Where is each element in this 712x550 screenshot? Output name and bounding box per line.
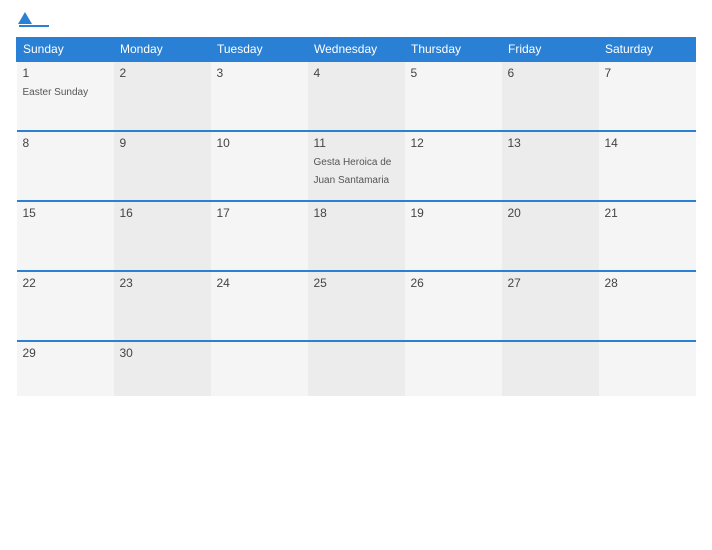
logo-triangle-icon bbox=[18, 12, 32, 24]
day-cell: 15 bbox=[17, 201, 114, 271]
day-cell: 20 bbox=[502, 201, 599, 271]
day-number: 10 bbox=[217, 136, 302, 150]
day-number: 5 bbox=[411, 66, 496, 80]
day-cell bbox=[308, 341, 405, 396]
day-number: 17 bbox=[217, 206, 302, 220]
day-number: 22 bbox=[23, 276, 108, 290]
day-cell: 11 Gesta Heroica de Juan Santamaria bbox=[308, 131, 405, 201]
day-cell: 18 bbox=[308, 201, 405, 271]
day-header-sunday: Sunday bbox=[17, 38, 114, 62]
day-cell: 10 bbox=[211, 131, 308, 201]
days-header-row: SundayMondayTuesdayWednesdayThursdayFrid… bbox=[17, 38, 696, 62]
day-number: 8 bbox=[23, 136, 108, 150]
day-number: 11 bbox=[314, 136, 399, 150]
day-cell: 4 bbox=[308, 61, 405, 131]
day-number: 18 bbox=[314, 206, 399, 220]
day-number: 1 bbox=[23, 66, 108, 80]
day-cell: 2 bbox=[114, 61, 211, 131]
week-row-1: 1 Easter Sunday 234567 bbox=[17, 61, 696, 131]
day-cell: 30 bbox=[114, 341, 211, 396]
logo-underline bbox=[19, 25, 49, 27]
day-cell: 1 Easter Sunday bbox=[17, 61, 114, 131]
day-cell: 29 bbox=[17, 341, 114, 396]
day-number: 29 bbox=[23, 346, 108, 360]
day-number: 12 bbox=[411, 136, 496, 150]
day-cell: 3 bbox=[211, 61, 308, 131]
day-number: 23 bbox=[120, 276, 205, 290]
day-number: 16 bbox=[120, 206, 205, 220]
day-number: 2 bbox=[120, 66, 205, 80]
day-cell: 8 bbox=[17, 131, 114, 201]
day-cell bbox=[599, 341, 696, 396]
week-row-5: 29 30 bbox=[17, 341, 696, 396]
day-cell: 17 bbox=[211, 201, 308, 271]
day-number: 19 bbox=[411, 206, 496, 220]
day-cell: 23 bbox=[114, 271, 211, 341]
day-cell: 21 bbox=[599, 201, 696, 271]
day-cell: 6 bbox=[502, 61, 599, 131]
day-cell: 12 bbox=[405, 131, 502, 201]
day-number: 9 bbox=[120, 136, 205, 150]
event-text: Easter Sunday bbox=[23, 87, 89, 98]
day-number: 26 bbox=[411, 276, 496, 290]
day-header-thursday: Thursday bbox=[405, 38, 502, 62]
day-number: 13 bbox=[508, 136, 593, 150]
day-number: 28 bbox=[605, 276, 690, 290]
day-cell bbox=[211, 341, 308, 396]
day-cell: 24 bbox=[211, 271, 308, 341]
day-header-saturday: Saturday bbox=[599, 38, 696, 62]
day-cell: 9 bbox=[114, 131, 211, 201]
day-cell: 7 bbox=[599, 61, 696, 131]
day-number: 6 bbox=[508, 66, 593, 80]
day-header-friday: Friday bbox=[502, 38, 599, 62]
day-cell: 27 bbox=[502, 271, 599, 341]
day-cell bbox=[502, 341, 599, 396]
calendar-container: SundayMondayTuesdayWednesdayThursdayFrid… bbox=[0, 0, 712, 550]
day-number: 30 bbox=[120, 346, 205, 360]
day-cell: 19 bbox=[405, 201, 502, 271]
day-cell: 14 bbox=[599, 131, 696, 201]
day-number: 7 bbox=[605, 66, 690, 80]
calendar-header bbox=[16, 12, 696, 27]
logo bbox=[16, 12, 49, 27]
day-header-monday: Monday bbox=[114, 38, 211, 62]
day-cell: 28 bbox=[599, 271, 696, 341]
event-text: Gesta Heroica de Juan Santamaria bbox=[314, 157, 392, 186]
day-header-wednesday: Wednesday bbox=[308, 38, 405, 62]
day-number: 15 bbox=[23, 206, 108, 220]
day-cell: 13 bbox=[502, 131, 599, 201]
day-cell bbox=[405, 341, 502, 396]
day-number: 24 bbox=[217, 276, 302, 290]
week-row-2: 89 10 11 Gesta Heroica de Juan Santamaria 12… bbox=[17, 131, 696, 201]
day-number: 21 bbox=[605, 206, 690, 220]
day-number: 14 bbox=[605, 136, 690, 150]
day-cell: 5 bbox=[405, 61, 502, 131]
day-cell: 16 bbox=[114, 201, 211, 271]
day-header-tuesday: Tuesday bbox=[211, 38, 308, 62]
week-row-4: 22 23 24 25 26 27 28 bbox=[17, 271, 696, 341]
calendar-table: SundayMondayTuesdayWednesdayThursdayFrid… bbox=[16, 37, 696, 396]
day-number: 27 bbox=[508, 276, 593, 290]
day-cell: 25 bbox=[308, 271, 405, 341]
week-row-3: 15 16 17 18 19 20 21 bbox=[17, 201, 696, 271]
day-number: 4 bbox=[314, 66, 399, 80]
day-number: 20 bbox=[508, 206, 593, 220]
day-number: 25 bbox=[314, 276, 399, 290]
day-number: 3 bbox=[217, 66, 302, 80]
day-cell: 26 bbox=[405, 271, 502, 341]
day-cell: 22 bbox=[17, 271, 114, 341]
